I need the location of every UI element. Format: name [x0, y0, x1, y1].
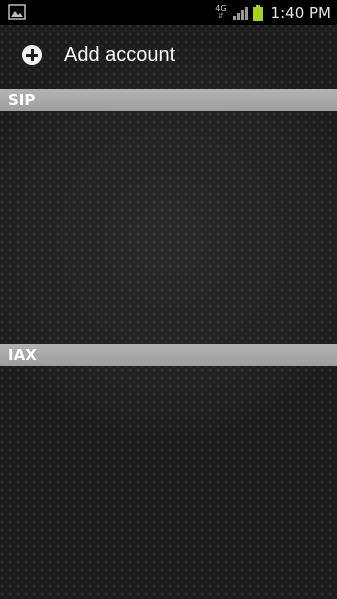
section-header-sip: SIP: [0, 89, 337, 111]
add-account-row[interactable]: Add account: [0, 34, 337, 78]
add-account-label[interactable]: Add account: [64, 44, 175, 67]
network-indicator: 4G ⇵: [215, 5, 226, 20]
status-icons: 4G ⇵ 1:40 PM: [215, 0, 331, 25]
status-bar: 4G ⇵ 1:40 PM: [0, 0, 337, 25]
data-arrows-icon: ⇵: [217, 12, 224, 20]
section-header-iax: IAX: [0, 344, 337, 366]
battery-icon: [252, 4, 263, 21]
signal-icon: [232, 6, 248, 20]
gallery-notification-icon: [8, 4, 26, 20]
add-icon[interactable]: [22, 45, 42, 65]
clock: 1:40 PM: [270, 3, 331, 22]
